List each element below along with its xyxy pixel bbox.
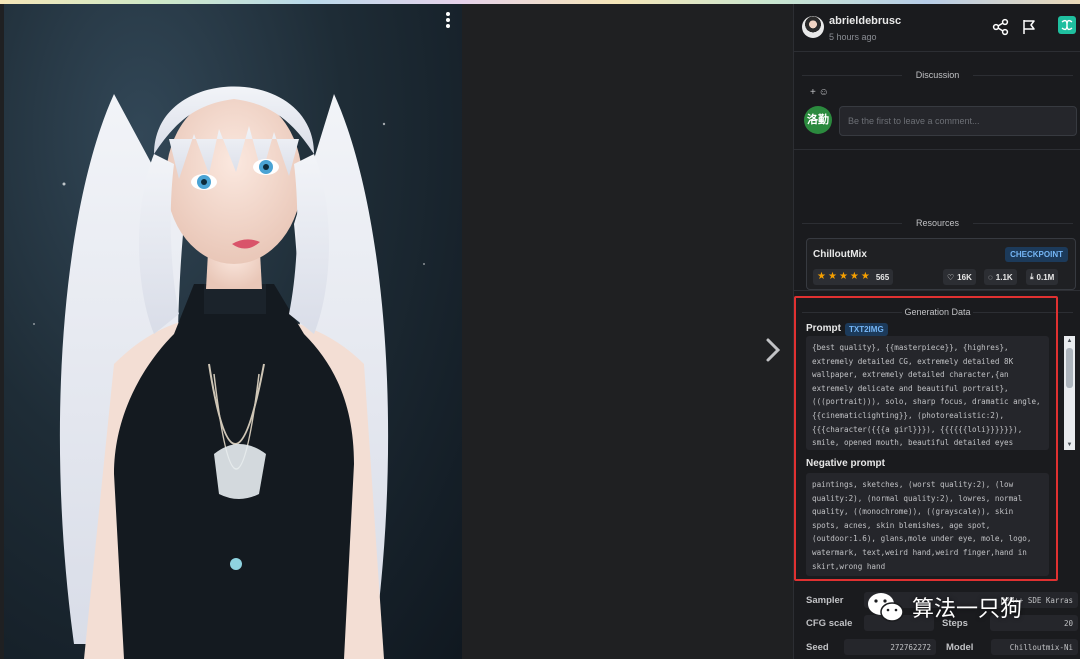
model-value: Chilloutmix-Ni bbox=[991, 639, 1078, 655]
downloads-count: 0.1M bbox=[1036, 272, 1055, 282]
sampler-label: Sampler bbox=[806, 595, 844, 606]
generation-data-title: Generation Data bbox=[794, 307, 1080, 317]
discussion-title: Discussion bbox=[794, 70, 1080, 80]
seed-label: Seed bbox=[806, 642, 829, 653]
resources-title: Resources bbox=[794, 218, 1080, 228]
post-sidebar: abrieldebrusc 5 hours ago Discussion + ☺… bbox=[793, 4, 1080, 659]
prompt-scrollbar[interactable]: ▲ ▼ bbox=[1064, 336, 1075, 450]
rating: ★ ★ ★ ★ ★ 565 bbox=[813, 269, 894, 285]
download-icon: ⤓ bbox=[1030, 272, 1034, 281]
comments-stat: ◌ 1.1K bbox=[984, 269, 1017, 285]
divider bbox=[794, 149, 1080, 150]
negative-prompt-label: Negative prompt bbox=[806, 458, 885, 469]
post-header: abrieldebrusc 5 hours ago bbox=[794, 4, 1080, 52]
star-icon: ★ bbox=[817, 271, 826, 282]
star-icon: ★ bbox=[849, 271, 859, 282]
current-user-avatar: 洛勤 bbox=[804, 106, 832, 134]
user-avatar[interactable] bbox=[802, 16, 824, 38]
divider bbox=[794, 290, 1080, 291]
negative-prompt-text[interactable]: paintings, sketches, (worst quality:2), … bbox=[806, 473, 1049, 576]
comments-count: 1.1K bbox=[995, 272, 1013, 282]
next-image-icon[interactable] bbox=[758, 330, 788, 370]
cfg-scale-label: CFG scale bbox=[806, 618, 853, 629]
wechat-icon bbox=[868, 593, 904, 622]
image-viewer bbox=[0, 4, 793, 659]
prompt-text[interactable]: {best quality}, {{masterpiece}}, {highre… bbox=[806, 336, 1049, 450]
comment-input[interactable] bbox=[839, 106, 1077, 136]
star-icon: ★ bbox=[827, 271, 837, 282]
resource-type-badge: CHECKPOINT bbox=[1005, 247, 1068, 262]
resources-section: Resources ChilloutMix CHECKPOINT ★ ★ ★ ★… bbox=[794, 214, 1080, 290]
brand-logo-icon[interactable] bbox=[1058, 16, 1076, 34]
share-icon[interactable] bbox=[992, 18, 1010, 36]
model-label: Model bbox=[946, 642, 974, 653]
txt2img-badge: TXT2IMG bbox=[845, 323, 888, 336]
seed-value: 272762272 bbox=[844, 639, 936, 655]
comment-icon: ◌ bbox=[988, 272, 993, 282]
more-options-icon[interactable] bbox=[440, 10, 456, 30]
star-icon: ★ bbox=[838, 271, 848, 282]
watermark: 算法一只狗 bbox=[866, 590, 1022, 624]
flag-icon[interactable] bbox=[1020, 18, 1038, 36]
scroll-up-icon[interactable]: ▲ bbox=[1064, 337, 1075, 345]
post-time: 5 hours ago bbox=[829, 32, 877, 42]
prompt-label: Prompt bbox=[806, 323, 841, 334]
rating-count: 565 bbox=[875, 272, 890, 282]
add-reaction-button[interactable]: + ☺ bbox=[810, 87, 829, 98]
username[interactable]: abrieldebrusc bbox=[829, 15, 901, 27]
resource-card[interactable]: ChilloutMix CHECKPOINT ★ ★ ★ ★ ★ 565 ♡ 16… bbox=[806, 238, 1076, 290]
likes-count: 16K bbox=[957, 272, 972, 282]
resource-name: ChilloutMix bbox=[813, 249, 867, 260]
generated-image bbox=[4, 4, 462, 659]
discussion-section: Discussion + ☺ 洛勤 bbox=[794, 52, 1080, 148]
heart-icon: ♡ bbox=[947, 272, 955, 282]
scroll-down-icon[interactable]: ▼ bbox=[1064, 441, 1075, 449]
star-icon: ★ bbox=[860, 271, 870, 282]
scroll-thumb[interactable] bbox=[1066, 348, 1073, 388]
likes-stat: ♡ 16K bbox=[943, 269, 976, 285]
downloads-stat: ⤓ 0.1M bbox=[1026, 269, 1059, 285]
watermark-text: 算法一只狗 bbox=[912, 597, 1023, 622]
